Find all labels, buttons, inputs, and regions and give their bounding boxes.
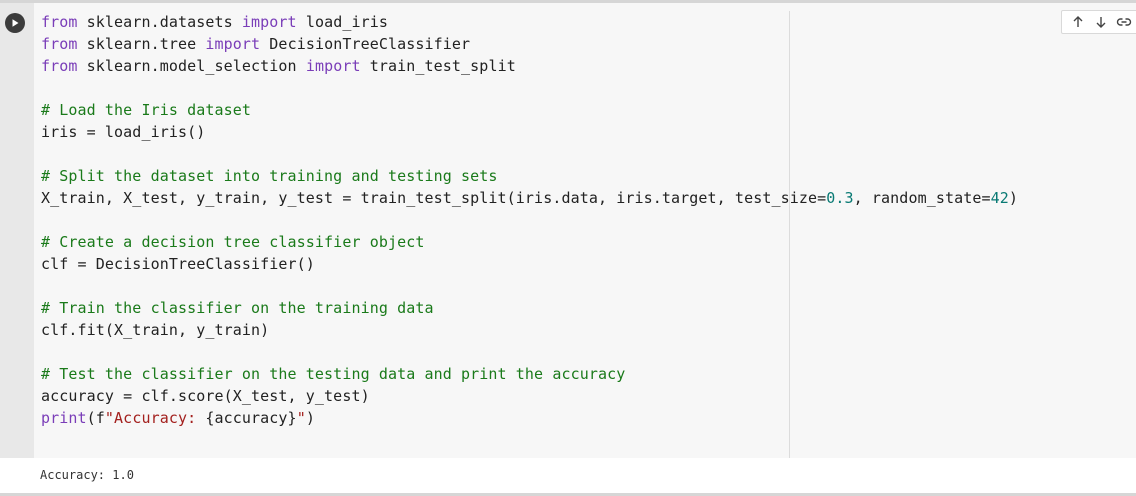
code-editor[interactable]: from sklearn.datasets import load_iris fr…: [41, 11, 1018, 429]
code-token: {accuracy}: [205, 409, 297, 427]
code-line: from sklearn.tree import DecisionTreeCla…: [41, 33, 1018, 55]
code-token: import: [241, 13, 297, 31]
code-token: ): [1008, 189, 1019, 207]
move-cell-up-button[interactable]: [1069, 13, 1087, 31]
cell-output: Accuracy: 1.0: [0, 458, 1136, 493]
code-token: # Split the dataset into training and te…: [41, 167, 498, 185]
code-line: # Create a decision tree classifier obje…: [41, 231, 1018, 253]
code-token: 42: [990, 189, 1009, 207]
code-token: # Train the classifier on the training d…: [41, 299, 434, 317]
code-line: clf.fit(X_train, y_train): [41, 319, 1018, 341]
code-token: X_train, X_test, y_train, y_test = train…: [41, 189, 827, 207]
code-token: , random_state=: [853, 189, 991, 207]
code-token: iris = load_iris(): [41, 123, 206, 141]
code-token: clf = DecisionTreeClassifier(): [41, 255, 315, 273]
link-icon: [1117, 18, 1132, 26]
code-token: 0.3: [826, 189, 854, 207]
code-token: clf.fit(X_train, y_train): [41, 321, 270, 339]
code-token: load_iris: [296, 13, 388, 31]
code-line: print(f"Accuracy: {accuracy}"): [41, 407, 1018, 429]
code-line: clf = DecisionTreeClassifier(): [41, 253, 1018, 275]
code-line: from sklearn.model_selection import trai…: [41, 55, 1018, 77]
code-token: from: [41, 35, 78, 53]
cell-gutter: [0, 3, 34, 458]
code-line: X_train, X_test, y_train, y_test = train…: [41, 187, 1018, 209]
arrow-down-icon: [1096, 17, 1106, 28]
code-line: accuracy = clf.score(X_test, y_test): [41, 385, 1018, 407]
code-token: from: [41, 57, 78, 75]
code-token: train_test_split: [360, 57, 516, 75]
code-token: print: [41, 409, 87, 427]
code-token: accuracy = clf.score(X_test, y_test): [41, 387, 370, 405]
code-token: "Accuracy:: [104, 409, 206, 427]
code-token: ": [296, 409, 306, 427]
code-line: # Split the dataset into training and te…: [41, 165, 1018, 187]
code-token: # Create a decision tree classifier obje…: [41, 233, 425, 251]
code-line: # Test the classifier on the testing dat…: [41, 363, 1018, 385]
run-cell-button[interactable]: [5, 13, 25, 33]
code-token: ): [305, 409, 315, 427]
code-token: from: [41, 13, 78, 31]
copy-link-button[interactable]: [1115, 13, 1133, 31]
code-token: (f: [86, 409, 105, 427]
code-token: sklearn.model_selection: [77, 57, 306, 75]
code-token: import: [305, 57, 361, 75]
code-token: import: [205, 35, 261, 53]
code-token: DecisionTreeClassifier: [260, 35, 471, 53]
line-length-ruler: [789, 11, 790, 458]
code-token: # Load the Iris dataset: [41, 101, 252, 119]
code-line: # Train the classifier on the training d…: [41, 297, 1018, 319]
play-icon: [12, 19, 19, 27]
cell-toolbar: [1061, 10, 1136, 34]
output-text: Accuracy: 1.0: [40, 468, 134, 482]
code-cell[interactable]: from sklearn.datasets import load_iris fr…: [0, 3, 1136, 458]
code-token: # Test the classifier on the testing dat…: [41, 365, 626, 383]
move-cell-down-button[interactable]: [1092, 13, 1110, 31]
code-token: sklearn.tree: [77, 35, 206, 53]
code-token: sklearn.datasets: [77, 13, 242, 31]
arrow-up-icon: [1073, 16, 1083, 27]
code-line: iris = load_iris(): [41, 121, 1018, 143]
code-line: # Load the Iris dataset: [41, 99, 1018, 121]
code-line: from sklearn.datasets import load_iris: [41, 11, 1018, 33]
